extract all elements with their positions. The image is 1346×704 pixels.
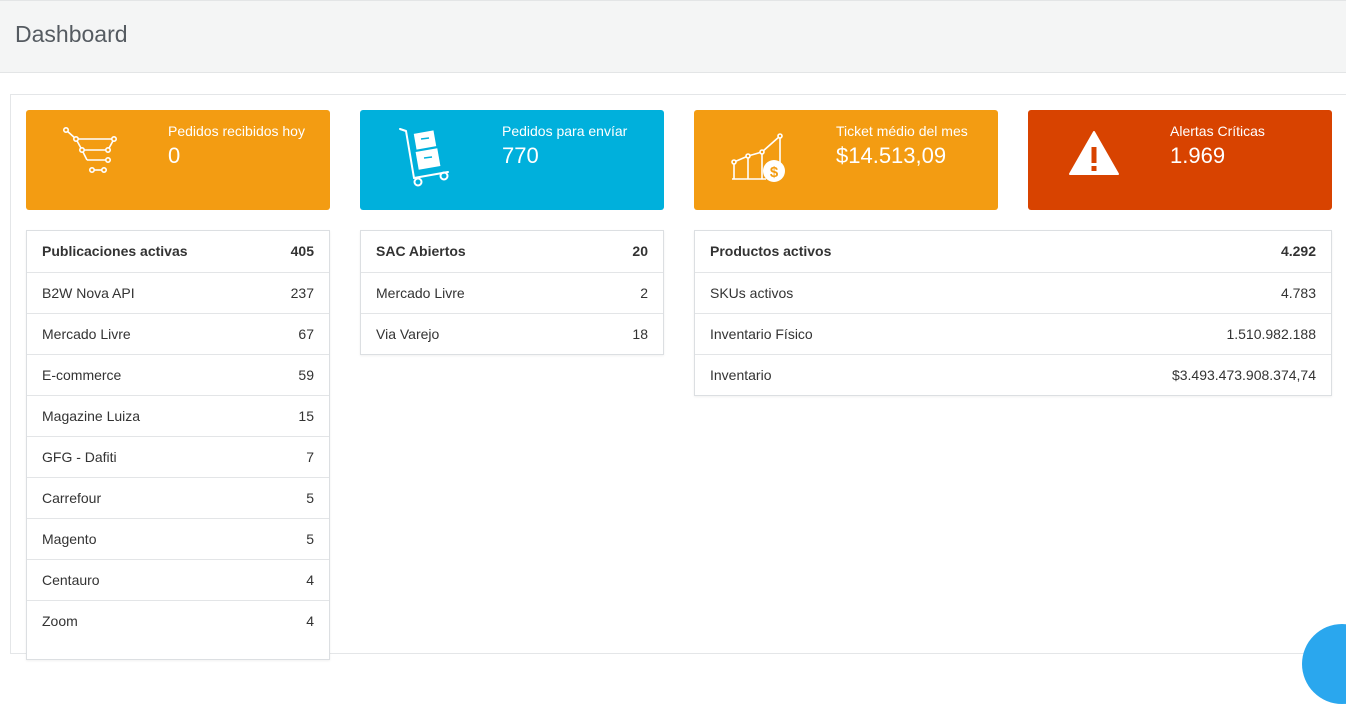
list-item[interactable]: Mercado Livre 2	[361, 272, 663, 313]
item-name: Carrefour	[42, 490, 102, 506]
item-count: 7	[306, 449, 314, 465]
list-item[interactable]: Via Varejo 18	[361, 313, 663, 354]
card-alertas-criticas[interactable]: Alertas Críticas 1.969	[1028, 110, 1332, 210]
item-count: 18	[632, 326, 648, 342]
item-name: Via Varejo	[376, 326, 440, 342]
item-name: E-commerce	[42, 367, 122, 383]
shopping-cart-icon	[54, 122, 130, 198]
panel-total: 4.292	[1280, 243, 1316, 259]
item-count: 4	[306, 613, 314, 629]
item-name: Magento	[42, 531, 97, 547]
panel-total: 405	[290, 243, 314, 259]
list-item[interactable]: E-commerce 59	[27, 354, 329, 395]
item-name: Inventario	[710, 367, 772, 383]
item-name: Mercado Livre	[376, 285, 465, 301]
item-count: 5	[306, 490, 314, 506]
warning-icon	[1056, 122, 1132, 198]
card-label: Ticket médio del mes	[836, 123, 968, 139]
panel-header: SAC Abiertos 20	[361, 231, 663, 272]
list-item[interactable]: GFG - Dafiti 7	[27, 436, 329, 477]
panel-total: 20	[632, 243, 648, 259]
item-count: 4.783	[1280, 285, 1316, 301]
item-name: Inventario Físico	[710, 326, 813, 342]
item-count: 15	[298, 408, 314, 424]
list-item[interactable]: SKUs activos 4.783	[695, 272, 1331, 313]
svg-text:$: $	[770, 164, 779, 181]
page-title: Dashboard	[15, 21, 128, 47]
item-count: $3.493.473.908.374,74	[1171, 367, 1316, 383]
card-label: Pedidos para envíar	[502, 123, 628, 139]
card-value: 1.969	[1170, 143, 1226, 168]
list-item[interactable]: Magento 5	[27, 518, 329, 559]
panel-title: SAC Abiertos	[376, 243, 466, 259]
item-name: Centauro	[42, 572, 100, 588]
item-name: Zoom	[42, 613, 78, 629]
item-count: 1.510.982.188	[1226, 326, 1316, 342]
list-item[interactable]: Centauro 4	[27, 559, 329, 600]
panel-header: Productos activos 4.292	[695, 231, 1331, 272]
card-label: Pedidos recibidos hoy	[168, 123, 305, 139]
card-value: 0	[168, 143, 181, 168]
panel-header: Publicaciones activas 405	[27, 231, 329, 272]
list-item[interactable]: B2W Nova API 237	[27, 272, 329, 313]
growth-chart-dollar-icon: $	[722, 122, 798, 198]
item-count: 5	[306, 531, 314, 547]
item-name: GFG - Dafiti	[42, 449, 117, 465]
list-item[interactable]: Mercado Livre 67	[27, 313, 329, 354]
card-pedidos-recibidos[interactable]: Pedidos recibidos hoy 0	[26, 110, 330, 210]
productos-panel: Productos activos 4.292 SKUs activos 4.78…	[694, 230, 1332, 396]
item-count: 67	[298, 326, 314, 342]
item-name: Mercado Livre	[42, 326, 131, 342]
item-name: SKUs activos	[710, 285, 794, 301]
item-count: 59	[298, 367, 314, 383]
list-item[interactable]: Inventario $3.493.473.908.374,74	[695, 354, 1331, 395]
item-count: 2	[640, 285, 648, 301]
list-item[interactable]: Magazine Luiza 15	[27, 395, 329, 436]
card-label: Alertas Críticas	[1170, 123, 1265, 139]
card-pedidos-para-enviar[interactable]: Pedidos para envíar 770	[360, 110, 664, 210]
card-value: 770	[502, 143, 539, 168]
panel-title: Publicaciones activas	[42, 243, 188, 259]
item-name: Magazine Luiza	[42, 408, 141, 424]
list-item[interactable]: Zoom 4	[27, 600, 329, 641]
list-item[interactable]: Inventario Físico 1.510.982.188	[695, 313, 1331, 354]
publicaciones-panel: Publicaciones activas 405 B2W Nova API 23…	[26, 230, 330, 660]
card-ticket-medio[interactable]: $ Ticket médio del mes $14.513,09	[694, 110, 998, 210]
card-value: $14.513,09	[836, 143, 947, 168]
item-count: 237	[290, 285, 314, 301]
item-name: B2W Nova API	[42, 285, 135, 301]
item-count: 4	[306, 572, 314, 588]
page-header: Dashboard	[0, 0, 1346, 73]
list-item[interactable]: Carrefour 5	[27, 477, 329, 518]
panel-title: Productos activos	[710, 243, 832, 259]
sac-panel: SAC Abiertos 20 Mercado Livre 2 Via Varej…	[360, 230, 664, 355]
hand-truck-icon	[388, 122, 464, 198]
